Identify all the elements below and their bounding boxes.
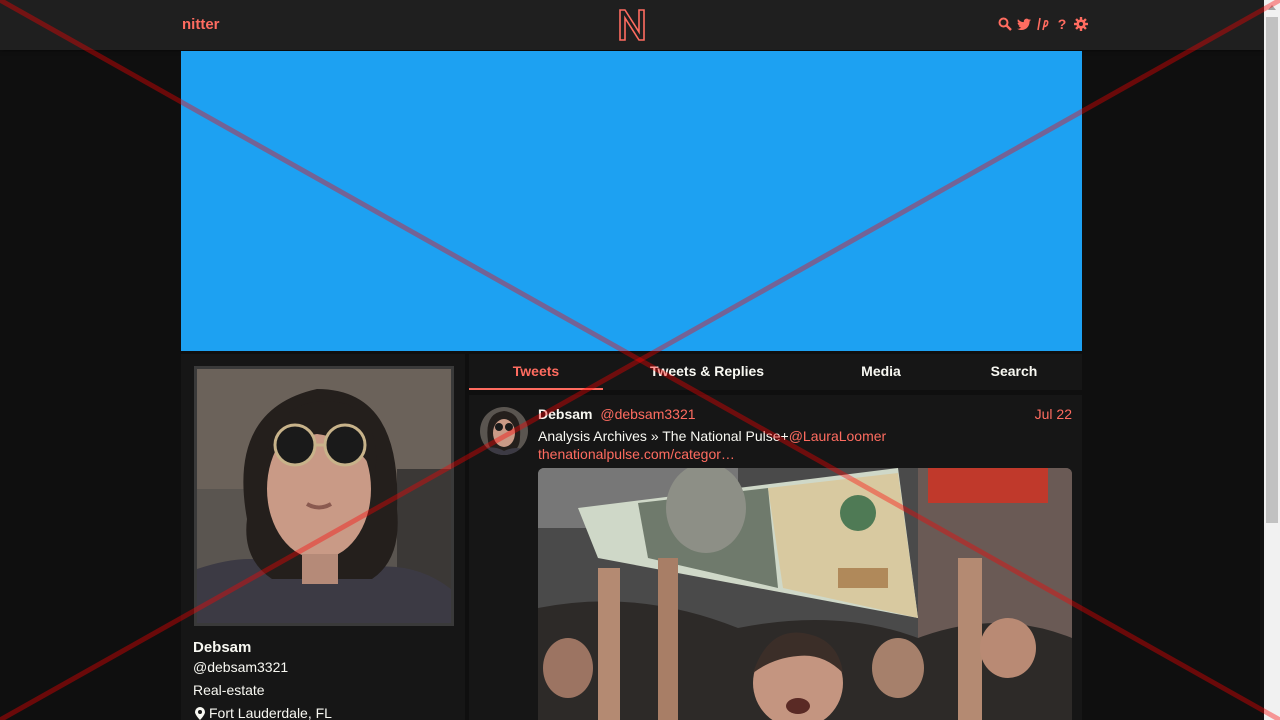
navbar: nitter ?: [0, 0, 1264, 50]
profile-fullname: Debsam: [193, 639, 252, 656]
location-pin-icon: [195, 706, 205, 720]
tab-tweets-replies[interactable]: Tweets & Replies: [637, 354, 777, 390]
tweet-photo: [538, 468, 1072, 720]
timeline-tabs: Tweets Tweets & Replies Media Search: [469, 354, 1082, 390]
profile-card: Debsam @debsam3321 Real-estate Fort Laud…: [181, 354, 465, 720]
profile-location-text: Fort Lauderdale, FL: [209, 705, 332, 720]
tweet-link[interactable]: thenationalpulse.com/categor…: [538, 446, 735, 462]
nav-icons: ?: [998, 16, 1088, 32]
tweet-item[interactable]: Debsam @debsam3321 Jul 22 Analysis Archi…: [469, 395, 1082, 720]
tweet-content: Analysis Archives » The National Pulse+@…: [538, 427, 886, 463]
brand-link[interactable]: nitter: [182, 16, 220, 33]
profile-username[interactable]: @debsam3321: [193, 659, 288, 675]
search-icon[interactable]: [998, 16, 1012, 32]
bird-icon[interactable]: [1017, 16, 1031, 32]
tweet-media-image[interactable]: [538, 468, 1072, 720]
tab-media[interactable]: Media: [839, 354, 923, 390]
tweet-text: Analysis Archives » The National Pulse+: [538, 428, 789, 444]
scroll-thumb[interactable]: [1266, 17, 1278, 523]
tab-search[interactable]: Search: [974, 354, 1054, 390]
tweet-header: Debsam @debsam3321: [538, 406, 696, 422]
profile-banner: [181, 51, 1082, 351]
profile-avatar[interactable]: [194, 366, 454, 626]
tweet-avatar-photo: [480, 407, 528, 455]
profile-location: Fort Lauderdale, FL: [195, 705, 332, 720]
tweet-mention[interactable]: @LauraLoomer: [789, 428, 887, 444]
profile-bio: Real-estate: [193, 682, 265, 698]
gear-icon[interactable]: [1074, 16, 1088, 32]
tweet-username[interactable]: @debsam3321: [600, 406, 695, 422]
nitter-logo-icon[interactable]: [617, 8, 647, 42]
help-icon[interactable]: ?: [1055, 16, 1069, 32]
page-scrollbar[interactable]: [1264, 0, 1280, 720]
tab-tweets[interactable]: Tweets: [469, 354, 603, 390]
tweet-avatar[interactable]: [480, 407, 528, 455]
tweet-date[interactable]: Jul 22: [1035, 406, 1072, 422]
tweet-fullname[interactable]: Debsam: [538, 406, 592, 422]
scroll-up-arrow-icon[interactable]: [1268, 5, 1276, 10]
lp-icon[interactable]: [1036, 16, 1050, 32]
avatar-photo: [197, 369, 451, 623]
